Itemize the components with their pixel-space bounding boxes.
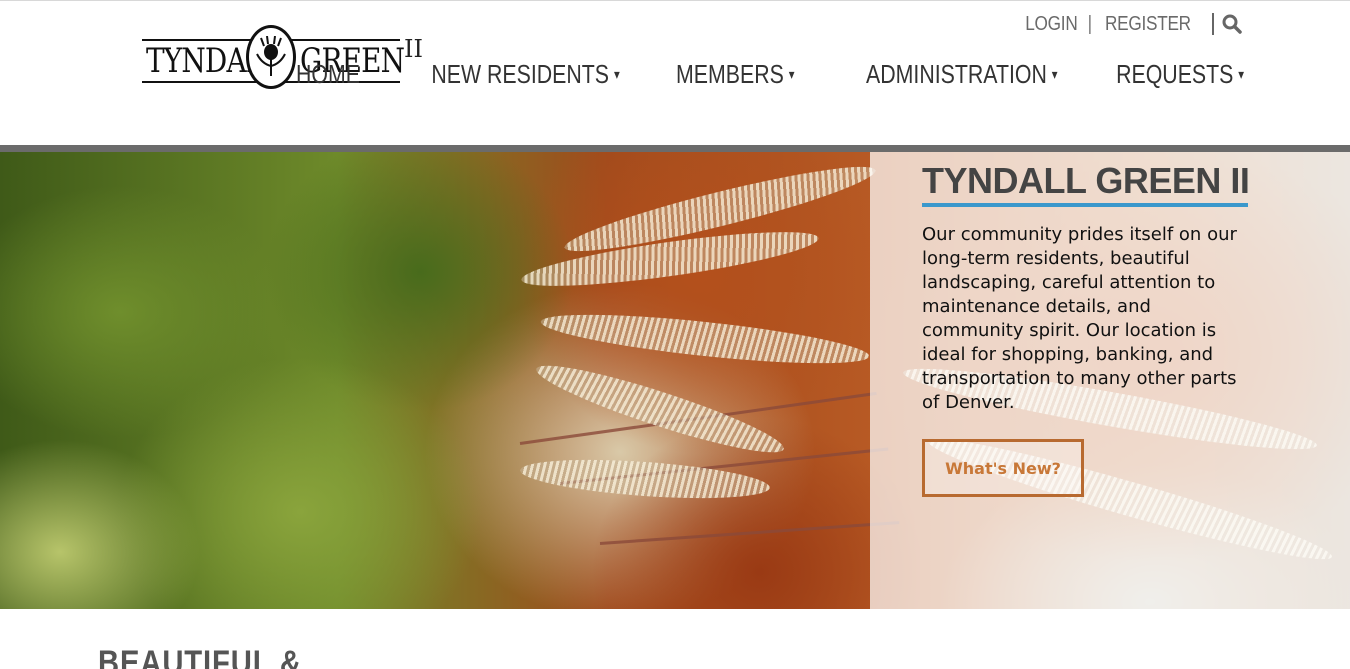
whats-new-button[interactable]: What's New? bbox=[922, 439, 1084, 497]
caret-down-icon: ▾ bbox=[1238, 66, 1244, 82]
nav-item-label: REQUESTS bbox=[1116, 59, 1234, 89]
caret-down-icon: ▾ bbox=[788, 66, 795, 82]
utility-nav: LOGIN | REGISTER bbox=[1021, 11, 1243, 37]
caret-down-icon: ▾ bbox=[1052, 66, 1058, 82]
nav-item-home[interactable]: HOME bbox=[296, 59, 360, 90]
hero-banner: TYNDALL GREEN II Our community prides it… bbox=[0, 152, 1350, 609]
nav-item-label: MEMBERS bbox=[675, 59, 784, 89]
nav-item-requests[interactable]: REQUESTS ▾ bbox=[1116, 59, 1244, 90]
hero-description: Our community prides itself on our long-… bbox=[922, 224, 1237, 413]
search-icon[interactable] bbox=[1212, 13, 1242, 35]
nav-item-administration[interactable]: ADMINISTRATION ▾ bbox=[866, 59, 1058, 90]
nav-item-members[interactable]: MEMBERS ▾ bbox=[676, 59, 794, 90]
hero-text-panel: TYNDALL GREEN II Our community prides it… bbox=[870, 152, 1350, 609]
caret-down-icon: ▾ bbox=[614, 66, 620, 82]
nav-item-label: ADMINISTRATION bbox=[866, 59, 1048, 89]
grass-plume bbox=[519, 453, 771, 505]
hero-title: TYNDALL GREEN II bbox=[922, 160, 1250, 201]
grass-plume bbox=[539, 304, 871, 374]
hero-top-bar bbox=[0, 145, 1350, 152]
section-heading: BEAUTIFUL & bbox=[98, 644, 302, 669]
nav-item-label: HOME bbox=[296, 59, 361, 89]
nav-item-label: NEW RESIDENTS bbox=[431, 59, 610, 89]
utility-separator: | bbox=[1087, 12, 1093, 35]
nav-item-new-residents[interactable]: NEW RESIDENTS ▾ bbox=[432, 59, 620, 90]
hero-title-underline bbox=[922, 203, 1248, 207]
site-header: TYNDALL GREEN II LOGIN | REGISTER HOME N… bbox=[0, 1, 1350, 145]
main-nav: HOME NEW RESIDENTS ▾ MEMBERS ▾ ADMINISTR… bbox=[252, 59, 1244, 90]
login-link[interactable]: LOGIN bbox=[1025, 13, 1078, 36]
register-link[interactable]: REGISTER bbox=[1105, 13, 1191, 36]
grass-stem bbox=[599, 521, 900, 545]
